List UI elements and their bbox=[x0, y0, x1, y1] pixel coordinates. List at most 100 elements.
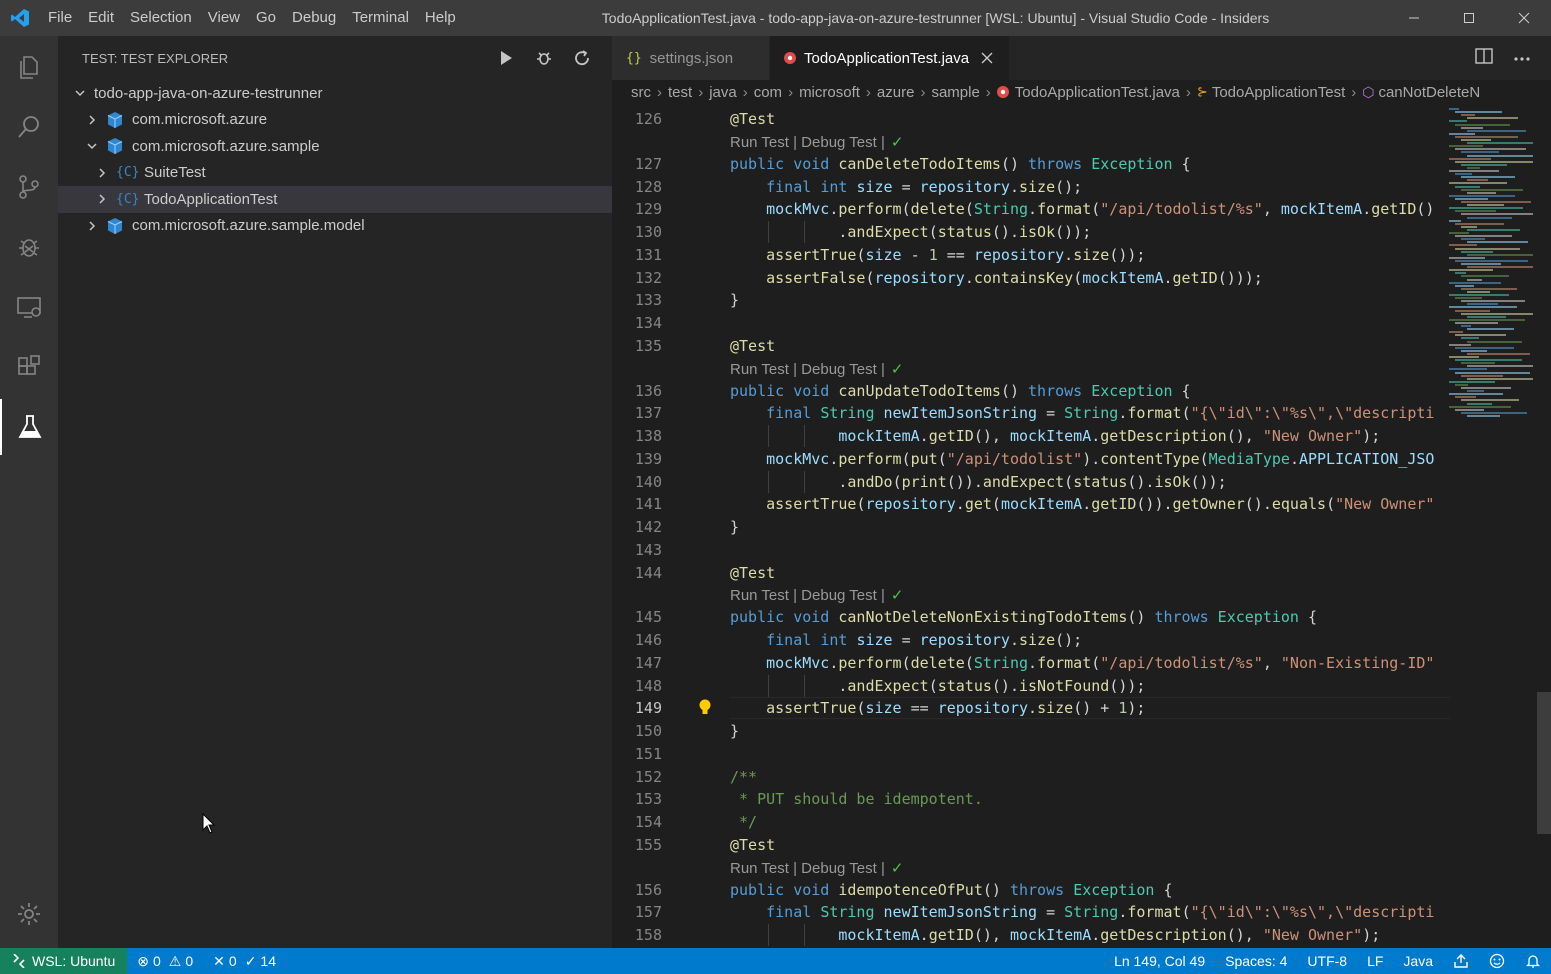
menu-help[interactable]: Help bbox=[417, 0, 464, 36]
breadcrumb-item[interactable]: microsoft bbox=[799, 84, 860, 101]
code-line: */ bbox=[730, 813, 758, 831]
warning-count: 0 bbox=[185, 953, 194, 969]
java-file-icon bbox=[784, 52, 796, 64]
extensions-icon[interactable] bbox=[0, 339, 58, 395]
chevron-right-icon bbox=[94, 165, 110, 181]
minimize-button[interactable] bbox=[1386, 0, 1441, 36]
maximize-button[interactable] bbox=[1441, 0, 1496, 36]
refresh-button[interactable] bbox=[572, 48, 592, 68]
run-test-link[interactable]: Run Test bbox=[730, 361, 789, 378]
line-number: 150 bbox=[634, 722, 662, 740]
lightbulb-icon[interactable] bbox=[698, 699, 712, 721]
minimap-line bbox=[1455, 272, 1466, 275]
problems-indicator[interactable]: ⊗ 0 ⚠ 0 bbox=[127, 948, 203, 974]
code-line: public void idempotenceOfPut() throws Ex… bbox=[730, 880, 1173, 899]
feedback-smiley-icon[interactable] bbox=[1479, 948, 1515, 974]
debug-icon[interactable] bbox=[0, 219, 58, 275]
menu-view[interactable]: View bbox=[200, 0, 248, 36]
menu-go[interactable]: Go bbox=[248, 0, 284, 36]
tab-settings-json[interactable]: {} settings.json bbox=[612, 36, 770, 80]
code-line: public void canNotDeleteNonExistingTodoI… bbox=[730, 608, 1318, 627]
test-explorer-icon[interactable] bbox=[0, 399, 58, 455]
cursor-position[interactable]: Ln 149, Col 49 bbox=[1104, 948, 1215, 974]
mouse-pointer-icon bbox=[202, 812, 216, 840]
close-window-button[interactable] bbox=[1496, 0, 1551, 36]
debug-test-link[interactable]: Debug Test bbox=[801, 587, 877, 604]
minimap-line bbox=[1449, 120, 1467, 123]
menu-terminal[interactable]: Terminal bbox=[344, 0, 417, 36]
breadcrumb-item[interactable]: azure bbox=[877, 84, 915, 101]
breadcrumb-item[interactable]: TodoApplicationTest bbox=[1212, 84, 1345, 101]
indentation[interactable]: Spaces: 4 bbox=[1215, 948, 1297, 974]
line-number: 140 bbox=[634, 472, 662, 491]
tree-root[interactable]: todo-app-java-on-azure-testrunner bbox=[58, 80, 612, 107]
run-test-link[interactable]: Run Test bbox=[730, 134, 789, 151]
tree-item-package[interactable]: com.microsoft.azure.sample.model bbox=[58, 213, 612, 240]
minimap-line bbox=[1467, 390, 1484, 393]
end-of-line[interactable]: LF bbox=[1357, 948, 1393, 974]
tree-item-label: com.microsoft.azure.sample.model bbox=[132, 217, 365, 235]
minimap-line bbox=[1461, 287, 1517, 290]
test-results-indicator[interactable]: ✕ 0 ✓ 14 bbox=[203, 948, 286, 974]
minimap-line bbox=[1455, 160, 1533, 163]
source-control-icon[interactable] bbox=[0, 159, 58, 215]
breadcrumb-item[interactable]: java bbox=[709, 84, 737, 101]
breadcrumb-item[interactable]: com bbox=[754, 84, 782, 101]
explorer-icon[interactable] bbox=[0, 39, 58, 95]
passed-tests-icon: ✓ bbox=[244, 952, 257, 969]
vertical-scrollbar[interactable] bbox=[1537, 108, 1551, 948]
menu-edit[interactable]: Edit bbox=[80, 0, 122, 36]
chevron-down-icon bbox=[84, 138, 100, 154]
breadcrumb-item[interactable]: sample bbox=[931, 84, 979, 101]
minimap-line bbox=[1467, 191, 1496, 194]
scrollbar-thumb[interactable] bbox=[1537, 692, 1551, 834]
debug-test-link[interactable]: Debug Test bbox=[801, 860, 877, 877]
codelens-run-debug: Run Test | Debug Test | ✓ bbox=[730, 859, 904, 877]
remote-explorer-icon[interactable] bbox=[0, 279, 58, 335]
tree-item-package[interactable]: com.microsoft.azure bbox=[58, 107, 612, 134]
tree-item-package[interactable]: com.microsoft.azure.sample bbox=[58, 133, 612, 160]
share-icon[interactable] bbox=[1443, 948, 1479, 974]
code-line: final int size = repository.size(); bbox=[766, 177, 1083, 196]
menu-debug[interactable]: Debug bbox=[284, 0, 344, 36]
search-icon[interactable] bbox=[0, 99, 58, 155]
language-mode[interactable]: Java bbox=[1393, 948, 1443, 974]
minimap-line bbox=[1461, 312, 1533, 315]
code-line: .andExpect(status().isOk()); bbox=[730, 223, 1092, 241]
code-editor[interactable]: 126 @Test Run Test | Debug Test | ✓ 127 publi… bbox=[612, 108, 1551, 948]
minimap-line bbox=[1467, 216, 1512, 219]
passed-count: 14 bbox=[260, 953, 276, 969]
debug-all-tests-button[interactable] bbox=[534, 48, 554, 68]
close-tab-icon[interactable] bbox=[981, 52, 993, 64]
tree-item-class[interactable]: {C} SuiteTest bbox=[58, 160, 612, 187]
minimap-line bbox=[1455, 135, 1518, 138]
minimap-line bbox=[1449, 368, 1487, 371]
encoding[interactable]: UTF-8 bbox=[1297, 948, 1357, 974]
tab-todo-application-test[interactable]: TodoApplicationTest.java bbox=[770, 36, 1010, 80]
more-actions-icon[interactable] bbox=[1513, 49, 1531, 67]
run-all-tests-button[interactable] bbox=[496, 48, 516, 68]
menu-file[interactable]: File bbox=[40, 0, 80, 36]
menu-selection[interactable]: Selection bbox=[122, 0, 200, 36]
remote-indicator[interactable]: WSL: Ubuntu bbox=[0, 948, 128, 974]
test-passed-icon: ✓ bbox=[890, 360, 904, 378]
debug-test-link[interactable]: Debug Test bbox=[801, 134, 877, 151]
breadcrumb-item[interactable]: TodoApplicationTest.java bbox=[1015, 84, 1180, 101]
minimap-line bbox=[1467, 414, 1500, 417]
notifications-bell-icon[interactable] bbox=[1515, 948, 1551, 974]
tree-item-class-selected[interactable]: {C} TodoApplicationTest bbox=[58, 186, 612, 213]
split-editor-icon[interactable] bbox=[1475, 47, 1493, 69]
package-icon bbox=[106, 111, 124, 129]
minimap-line bbox=[1449, 356, 1479, 358]
indent-guide bbox=[804, 425, 805, 447]
run-test-link[interactable]: Run Test bbox=[730, 587, 789, 604]
breadcrumb-item[interactable]: test bbox=[668, 84, 692, 101]
minimap-line bbox=[1461, 275, 1509, 278]
debug-test-link[interactable]: Debug Test bbox=[801, 361, 877, 378]
run-test-link[interactable]: Run Test bbox=[730, 860, 789, 877]
breadcrumb-item[interactable]: canNotDeleteN bbox=[1378, 84, 1480, 101]
settings-gear-icon[interactable] bbox=[0, 886, 58, 942]
minimap[interactable] bbox=[1449, 108, 1533, 428]
activity-bar bbox=[0, 36, 58, 948]
breadcrumb-item[interactable]: src bbox=[631, 84, 651, 101]
